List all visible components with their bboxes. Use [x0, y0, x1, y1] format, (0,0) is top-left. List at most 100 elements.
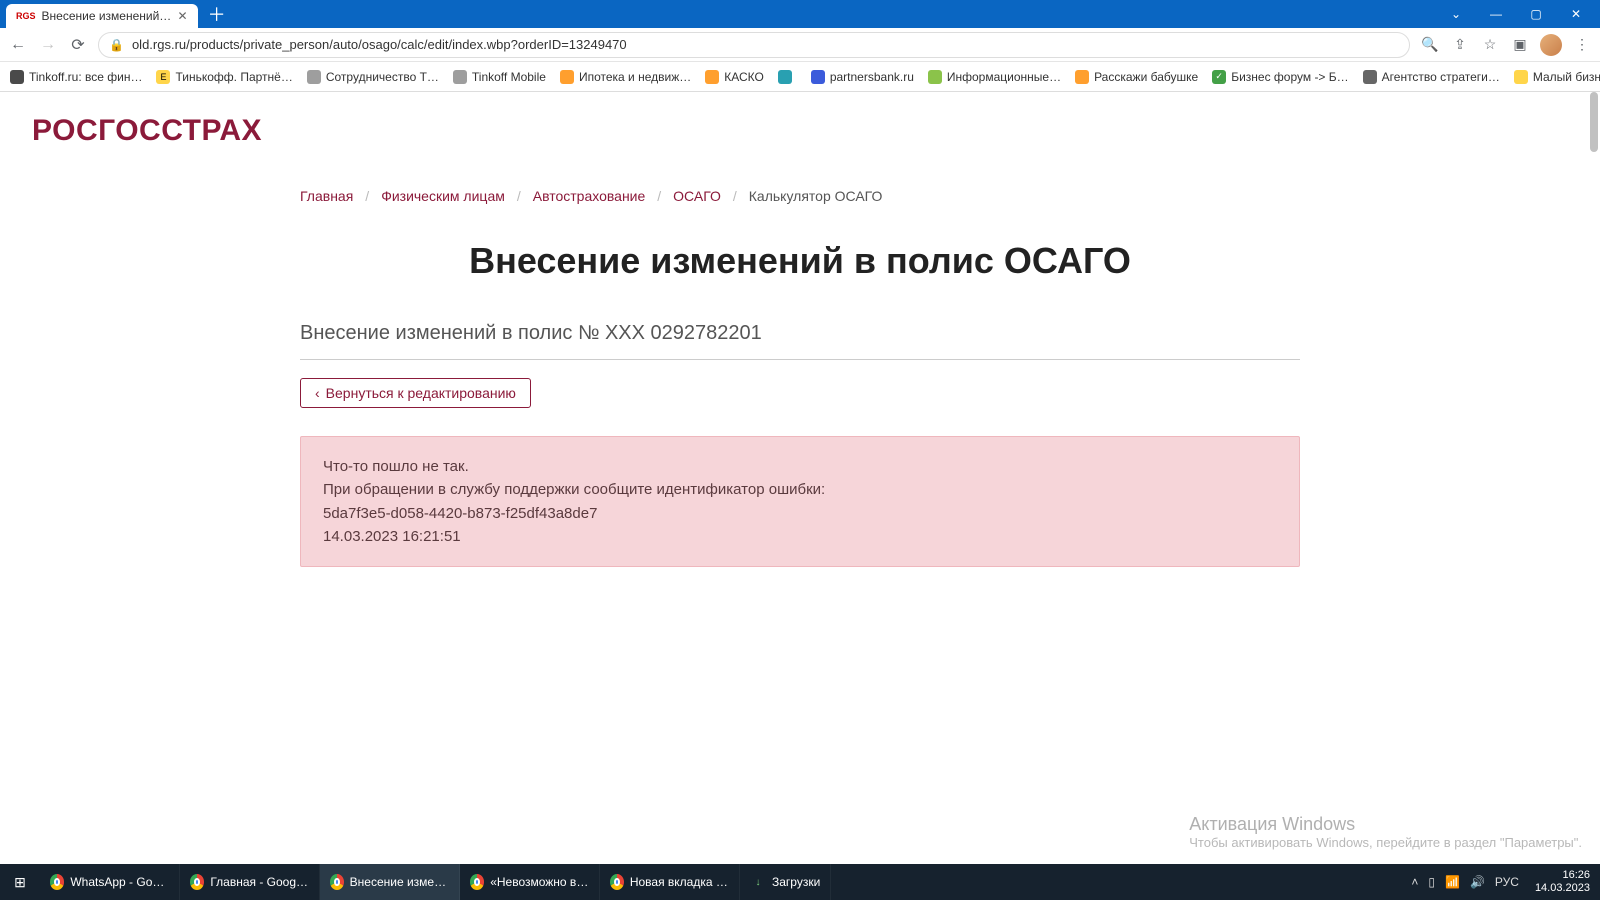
breadcrumb-link[interactable]: Автострахование — [533, 188, 646, 204]
chrome-icon — [330, 874, 344, 890]
bookmark-label: Ипотека и недвиж… — [579, 70, 691, 84]
bookmark-label: Информационные… — [947, 70, 1061, 84]
taskbar-item[interactable]: Внесение изменен… — [320, 864, 460, 900]
vertical-scrollbar[interactable] — [1586, 92, 1600, 864]
menu-icon[interactable]: ⋮ — [1572, 36, 1592, 53]
chevron-left-icon: ‹ — [315, 385, 320, 401]
breadcrumb-current: Калькулятор ОСАГО — [749, 188, 883, 204]
breadcrumb-separator: / — [733, 188, 737, 204]
bookmark-item[interactable]: Ипотека и недвиж… — [560, 70, 691, 84]
back-to-edit-button[interactable]: ‹ Вернуться к редактированию — [300, 378, 531, 408]
breadcrumb-separator: / — [365, 188, 369, 204]
bookmark-label: Сотрудничество Т… — [326, 70, 439, 84]
bookmark-item[interactable]: Tinkoff.ru: все фин… — [10, 70, 142, 84]
watermark-subtitle: Чтобы активировать Windows, перейдите в … — [1189, 835, 1582, 850]
windows-activation-watermark: Активация Windows Чтобы активировать Win… — [1189, 814, 1582, 850]
window-maximize-icon[interactable]: ▢ — [1518, 3, 1554, 25]
alert-line1: Что-то пошло не так. — [323, 455, 1277, 478]
bookmark-favicon: ✓ — [1212, 70, 1226, 84]
bookmark-item[interactable]: ЕТинькофф. Партнё… — [156, 70, 292, 84]
window-settings-icon[interactable]: ⌄ — [1438, 3, 1474, 25]
bookmark-label: Агентство стратеги… — [1382, 70, 1500, 84]
bookmark-item[interactable] — [778, 70, 797, 84]
bookmark-favicon — [1363, 70, 1377, 84]
taskbar-item[interactable]: ↓Загрузки — [740, 864, 831, 900]
bookmark-item[interactable]: partnersbank.ru — [811, 70, 914, 84]
search-icon[interactable]: 🔍 — [1420, 36, 1440, 53]
breadcrumb-link[interactable]: Физическим лицам — [381, 188, 505, 204]
new-tab-button[interactable]: ＋ — [208, 1, 226, 27]
tray-chevron-icon[interactable]: ˄ — [1411, 875, 1418, 889]
bookmark-label: partnersbank.ru — [830, 70, 914, 84]
bookmark-favicon — [778, 70, 792, 84]
alert-timestamp: 14.03.2023 16:21:51 — [323, 525, 1277, 548]
wifi-icon[interactable]: 📶 — [1445, 875, 1460, 889]
tab-favicon: RGS — [16, 11, 36, 21]
bookmark-favicon — [1514, 70, 1528, 84]
breadcrumb-link[interactable]: Главная — [300, 188, 353, 204]
system-tray: ˄ ▯ 📶 🔊 РУС 16:26 14.03.2023 — [1411, 864, 1600, 900]
alert-line2: При обращении в службу поддержки сообщит… — [323, 478, 1277, 501]
extensions-icon[interactable]: ▣ — [1510, 36, 1530, 53]
taskbar-item[interactable]: Главная - Google … — [180, 864, 320, 900]
window-close-icon[interactable]: ✕ — [1558, 3, 1594, 25]
taskbar-item-label: Главная - Google … — [210, 875, 309, 889]
bookmark-item[interactable]: Расскажи бабушке — [1075, 70, 1198, 84]
chrome-icon — [470, 874, 484, 890]
clock-date: 14.03.2023 — [1535, 882, 1590, 895]
profile-avatar[interactable] — [1540, 34, 1562, 56]
browser-tab-active[interactable]: RGS Внесение изменений в полис О ✕ — [6, 4, 198, 28]
share-icon[interactable]: ⇪ — [1450, 36, 1470, 53]
breadcrumb-link[interactable]: ОСАГО — [673, 188, 721, 204]
bookmark-item[interactable]: Агентство стратеги… — [1363, 70, 1500, 84]
input-lang[interactable]: РУС — [1495, 875, 1519, 889]
star-icon[interactable]: ☆ — [1480, 36, 1500, 53]
tab-close-icon[interactable]: ✕ — [178, 9, 188, 23]
bookmark-item[interactable]: Малый бизнес: биз… — [1514, 70, 1600, 84]
taskbar-item-label: «Невозможно вне… — [490, 875, 589, 889]
bookmark-favicon — [928, 70, 942, 84]
bookmark-label: КАСКО — [724, 70, 764, 84]
policy-subheading: Внесение изменений в полис № XXX 0292782… — [300, 322, 1300, 360]
bookmark-favicon — [705, 70, 719, 84]
forward-icon[interactable]: → — [38, 36, 58, 54]
reload-icon[interactable]: ⟳ — [68, 35, 88, 55]
taskbar-clock[interactable]: 16:26 14.03.2023 — [1529, 869, 1590, 894]
taskbar-item[interactable]: WhatsApp - Googl… — [40, 864, 180, 900]
taskbar-item-label: Внесение изменен… — [350, 875, 449, 889]
bookmark-item[interactable]: ✓Бизнес форум -> Б… — [1212, 70, 1348, 84]
watermark-title: Активация Windows — [1189, 814, 1582, 835]
scrollbar-thumb[interactable] — [1590, 92, 1598, 152]
bookmark-favicon — [307, 70, 321, 84]
start-button[interactable]: ⊞ — [0, 864, 40, 900]
taskbar-item[interactable]: «Невозможно вне… — [460, 864, 600, 900]
browser-titlebar: RGS Внесение изменений в полис О ✕ ＋ ⌄ —… — [0, 0, 1600, 28]
brand-logo[interactable]: РОСГОССТРАХ — [0, 92, 1600, 148]
taskbar-item[interactable]: Новая вкладка - G… — [600, 864, 740, 900]
breadcrumb: Главная / Физическим лицам / Автострахование… — [300, 188, 1300, 204]
window-controls: ⌄ — ▢ ✕ — [1438, 3, 1600, 25]
back-button-label: Вернуться к редактированию — [326, 385, 516, 401]
download-icon: ↓ — [750, 874, 766, 890]
bookmark-favicon — [10, 70, 24, 84]
address-bar[interactable]: 🔒 old.rgs.ru/products/private_person/aut… — [98, 32, 1410, 58]
back-icon[interactable]: ← — [8, 36, 28, 54]
taskbar-item-label: WhatsApp - Googl… — [70, 875, 169, 889]
chrome-icon — [610, 874, 624, 890]
bookmark-label: Tinkoff.ru: все фин… — [29, 70, 142, 84]
bookmark-item[interactable]: КАСКО — [705, 70, 764, 84]
chrome-icon — [50, 874, 64, 890]
bookmark-item[interactable]: Сотрудничество Т… — [307, 70, 439, 84]
bookmark-item[interactable]: Tinkoff Mobile — [453, 70, 546, 84]
bookmarks-bar: Tinkoff.ru: все фин… ЕТинькофф. Партнё… Со… — [0, 62, 1600, 92]
volume-icon[interactable]: 🔊 — [1470, 875, 1485, 889]
browser-toolbar: ← → ⟳ 🔒 old.rgs.ru/products/private_pers… — [0, 28, 1600, 62]
bookmark-item[interactable]: Информационные… — [928, 70, 1061, 84]
battery-icon[interactable]: ▯ — [1428, 875, 1435, 889]
bookmark-favicon — [560, 70, 574, 84]
breadcrumb-separator: / — [517, 188, 521, 204]
bookmark-label: Расскажи бабушке — [1094, 70, 1198, 84]
window-minimize-icon[interactable]: — — [1478, 3, 1514, 25]
bookmark-label: Tinkoff Mobile — [472, 70, 546, 84]
clock-time: 16:26 — [1535, 869, 1590, 882]
